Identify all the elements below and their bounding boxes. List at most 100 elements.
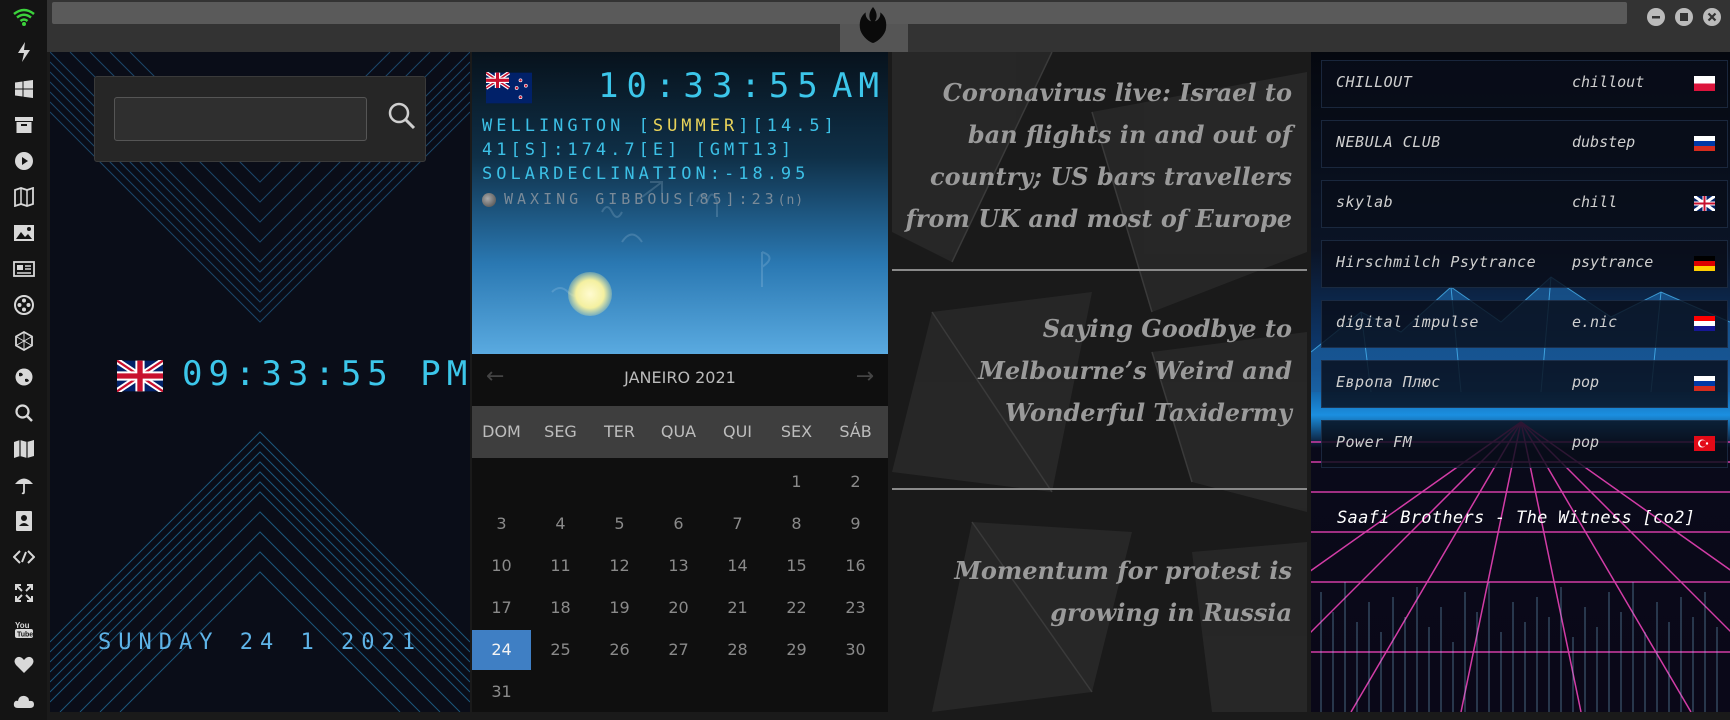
bolt-icon[interactable] <box>12 40 36 64</box>
calendar-day[interactable]: 21 <box>708 588 767 628</box>
minimize-icon <box>1652 16 1660 19</box>
search-input[interactable] <box>114 97 367 141</box>
search-icon[interactable] <box>387 101 417 131</box>
station-name: digital impulse <box>1336 313 1479 331</box>
news-divider <box>892 269 1307 271</box>
globe-icon[interactable] <box>12 365 36 389</box>
wifi-icon[interactable] <box>12 5 36 29</box>
image-icon[interactable] <box>12 221 36 245</box>
radio-station-row[interactable]: NEBULA CLUB dubstep <box>1321 120 1728 168</box>
calendar-day[interactable]: 20 <box>649 588 708 628</box>
map-icon[interactable] <box>12 437 36 461</box>
weekday-header: DOM <box>482 422 521 441</box>
calendar-day[interactable]: 16 <box>826 546 885 586</box>
news-item-3[interactable]: Momentum for protest is growing in Russi… <box>902 550 1292 634</box>
code-icon[interactable] <box>12 545 36 569</box>
season-label: SUMMER <box>652 116 739 136</box>
calendar-day[interactable]: 5 <box>590 504 649 544</box>
poland-flag-icon <box>1694 76 1715 91</box>
calendar-day[interactable]: 14 <box>708 546 767 586</box>
calendar-day[interactable]: 10 <box>472 546 531 586</box>
calendar-day[interactable]: 8 <box>767 504 826 544</box>
station-name: Power FM <box>1336 433 1413 451</box>
news-item-2[interactable]: Saying Goodbye to Melbourne’s Weird and … <box>902 308 1292 434</box>
contacts-icon[interactable] <box>12 509 36 533</box>
radio-station-row[interactable]: digital impulse e.nic <box>1321 300 1728 348</box>
station-genre: chillout <box>1572 73 1645 91</box>
station-name: NEBULA CLUB <box>1336 133 1441 151</box>
archive-icon[interactable] <box>12 113 36 137</box>
calendar-day[interactable]: 17 <box>472 588 531 628</box>
calendar-day[interactable]: 28 <box>708 630 767 670</box>
calendar-day[interactable]: 22 <box>767 588 826 628</box>
calendar-day[interactable]: 1 <box>767 462 826 502</box>
russia-flag-icon <box>1694 376 1715 391</box>
weather-widget: 10:33:55 AM WELLINGTON [SUMMER][14.5] 41… <box>472 52 888 354</box>
news-item-1[interactable]: Coronavirus live: Israel to ban flights … <box>902 72 1293 240</box>
map-book-icon[interactable] <box>12 185 36 209</box>
calendar-day[interactable]: 6 <box>649 504 708 544</box>
calendar-day[interactable]: 19 <box>590 588 649 628</box>
nz-flag-icon <box>486 72 532 104</box>
weather-calendar-panel: 10:33:55 AM WELLINGTON [SUMMER][14.5] 41… <box>472 52 888 712</box>
station-name: CHILLOUT <box>1336 73 1413 91</box>
news-divider <box>892 488 1307 490</box>
windows-icon[interactable] <box>12 77 36 101</box>
calendar-day[interactable]: 7 <box>708 504 767 544</box>
radio-station-row[interactable]: Power FM pop <box>1321 420 1728 468</box>
calendar-weekday-row: DOM SEG TER QUA QUI SEX SÁB <box>472 406 888 458</box>
calendar-day[interactable]: 27 <box>649 630 708 670</box>
calendar-day[interactable]: 4 <box>531 504 590 544</box>
russia-flag-icon <box>1694 136 1715 151</box>
location-prefix: WELLINGTON [ <box>482 116 653 136</box>
close-icon <box>1707 12 1717 22</box>
calendar-day[interactable]: 29 <box>767 630 826 670</box>
calendar-day[interactable]: 25 <box>531 630 590 670</box>
play-icon[interactable] <box>12 149 36 173</box>
hexagon-icon[interactable] <box>12 329 36 353</box>
news-icon[interactable] <box>12 257 36 281</box>
remote-ampm: AM <box>832 66 885 106</box>
left-sidebar: You Tube <box>0 0 47 720</box>
weekday-header: SEX <box>780 422 813 441</box>
calendar-day[interactable]: 9 <box>826 504 885 544</box>
calendar-day[interactable]: 18 <box>531 588 590 628</box>
calendar-day-today[interactable]: 24 <box>472 630 531 670</box>
station-genre: dubstep <box>1572 133 1636 151</box>
radio-station-row[interactable]: CHILLOUT chillout <box>1321 60 1728 108</box>
youtube-icon[interactable]: You Tube <box>12 617 36 641</box>
location-line: WELLINGTON [SUMMER][14.5] <box>482 116 838 136</box>
film-reel-icon[interactable] <box>12 293 36 317</box>
calendar-day[interactable]: 30 <box>826 630 885 670</box>
calendar-day[interactable]: 12 <box>590 546 649 586</box>
calendar-day[interactable]: 31 <box>472 672 531 712</box>
calendar-day[interactable]: 13 <box>649 546 708 586</box>
local-date: SUNDAY 24 1 2021 <box>98 630 422 655</box>
calendar-day[interactable]: 26 <box>590 630 649 670</box>
heart-icon[interactable] <box>12 653 36 677</box>
calendar-next-button[interactable]: → <box>856 364 874 389</box>
close-button[interactable] <box>1703 8 1721 26</box>
calendar-day[interactable]: 23 <box>826 588 885 628</box>
calendar-day[interactable]: 15 <box>767 546 826 586</box>
station-name: Европа Плюс <box>1336 373 1441 391</box>
weekday-header: SEG <box>544 422 577 441</box>
calendar-day[interactable]: 2 <box>826 462 885 502</box>
minimize-button[interactable] <box>1647 8 1665 26</box>
radio-station-row[interactable]: Европа Плюс pop <box>1321 360 1728 408</box>
news-panel: Coronavirus live: Israel to ban flights … <box>892 52 1307 712</box>
calendar-day[interactable]: 3 <box>472 504 531 544</box>
cloud-icon[interactable] <box>12 689 36 713</box>
search-icon[interactable] <box>12 401 36 425</box>
radio-station-row[interactable]: skylab chill <box>1321 180 1728 228</box>
maximize-icon <box>1680 13 1688 21</box>
remote-time: 10:33:55 <box>598 66 826 106</box>
local-time: 09:33:55 PM <box>182 354 470 394</box>
radio-station-row[interactable]: Hirschmilch Psytrance psytrance <box>1321 240 1728 288</box>
maximize-button[interactable] <box>1675 8 1693 26</box>
address-bar[interactable] <box>52 2 1627 24</box>
expand-icon[interactable] <box>12 581 36 605</box>
calendar-day[interactable]: 11 <box>531 546 590 586</box>
weekday-header: QUA <box>660 422 697 441</box>
umbrella-icon[interactable] <box>12 473 36 497</box>
